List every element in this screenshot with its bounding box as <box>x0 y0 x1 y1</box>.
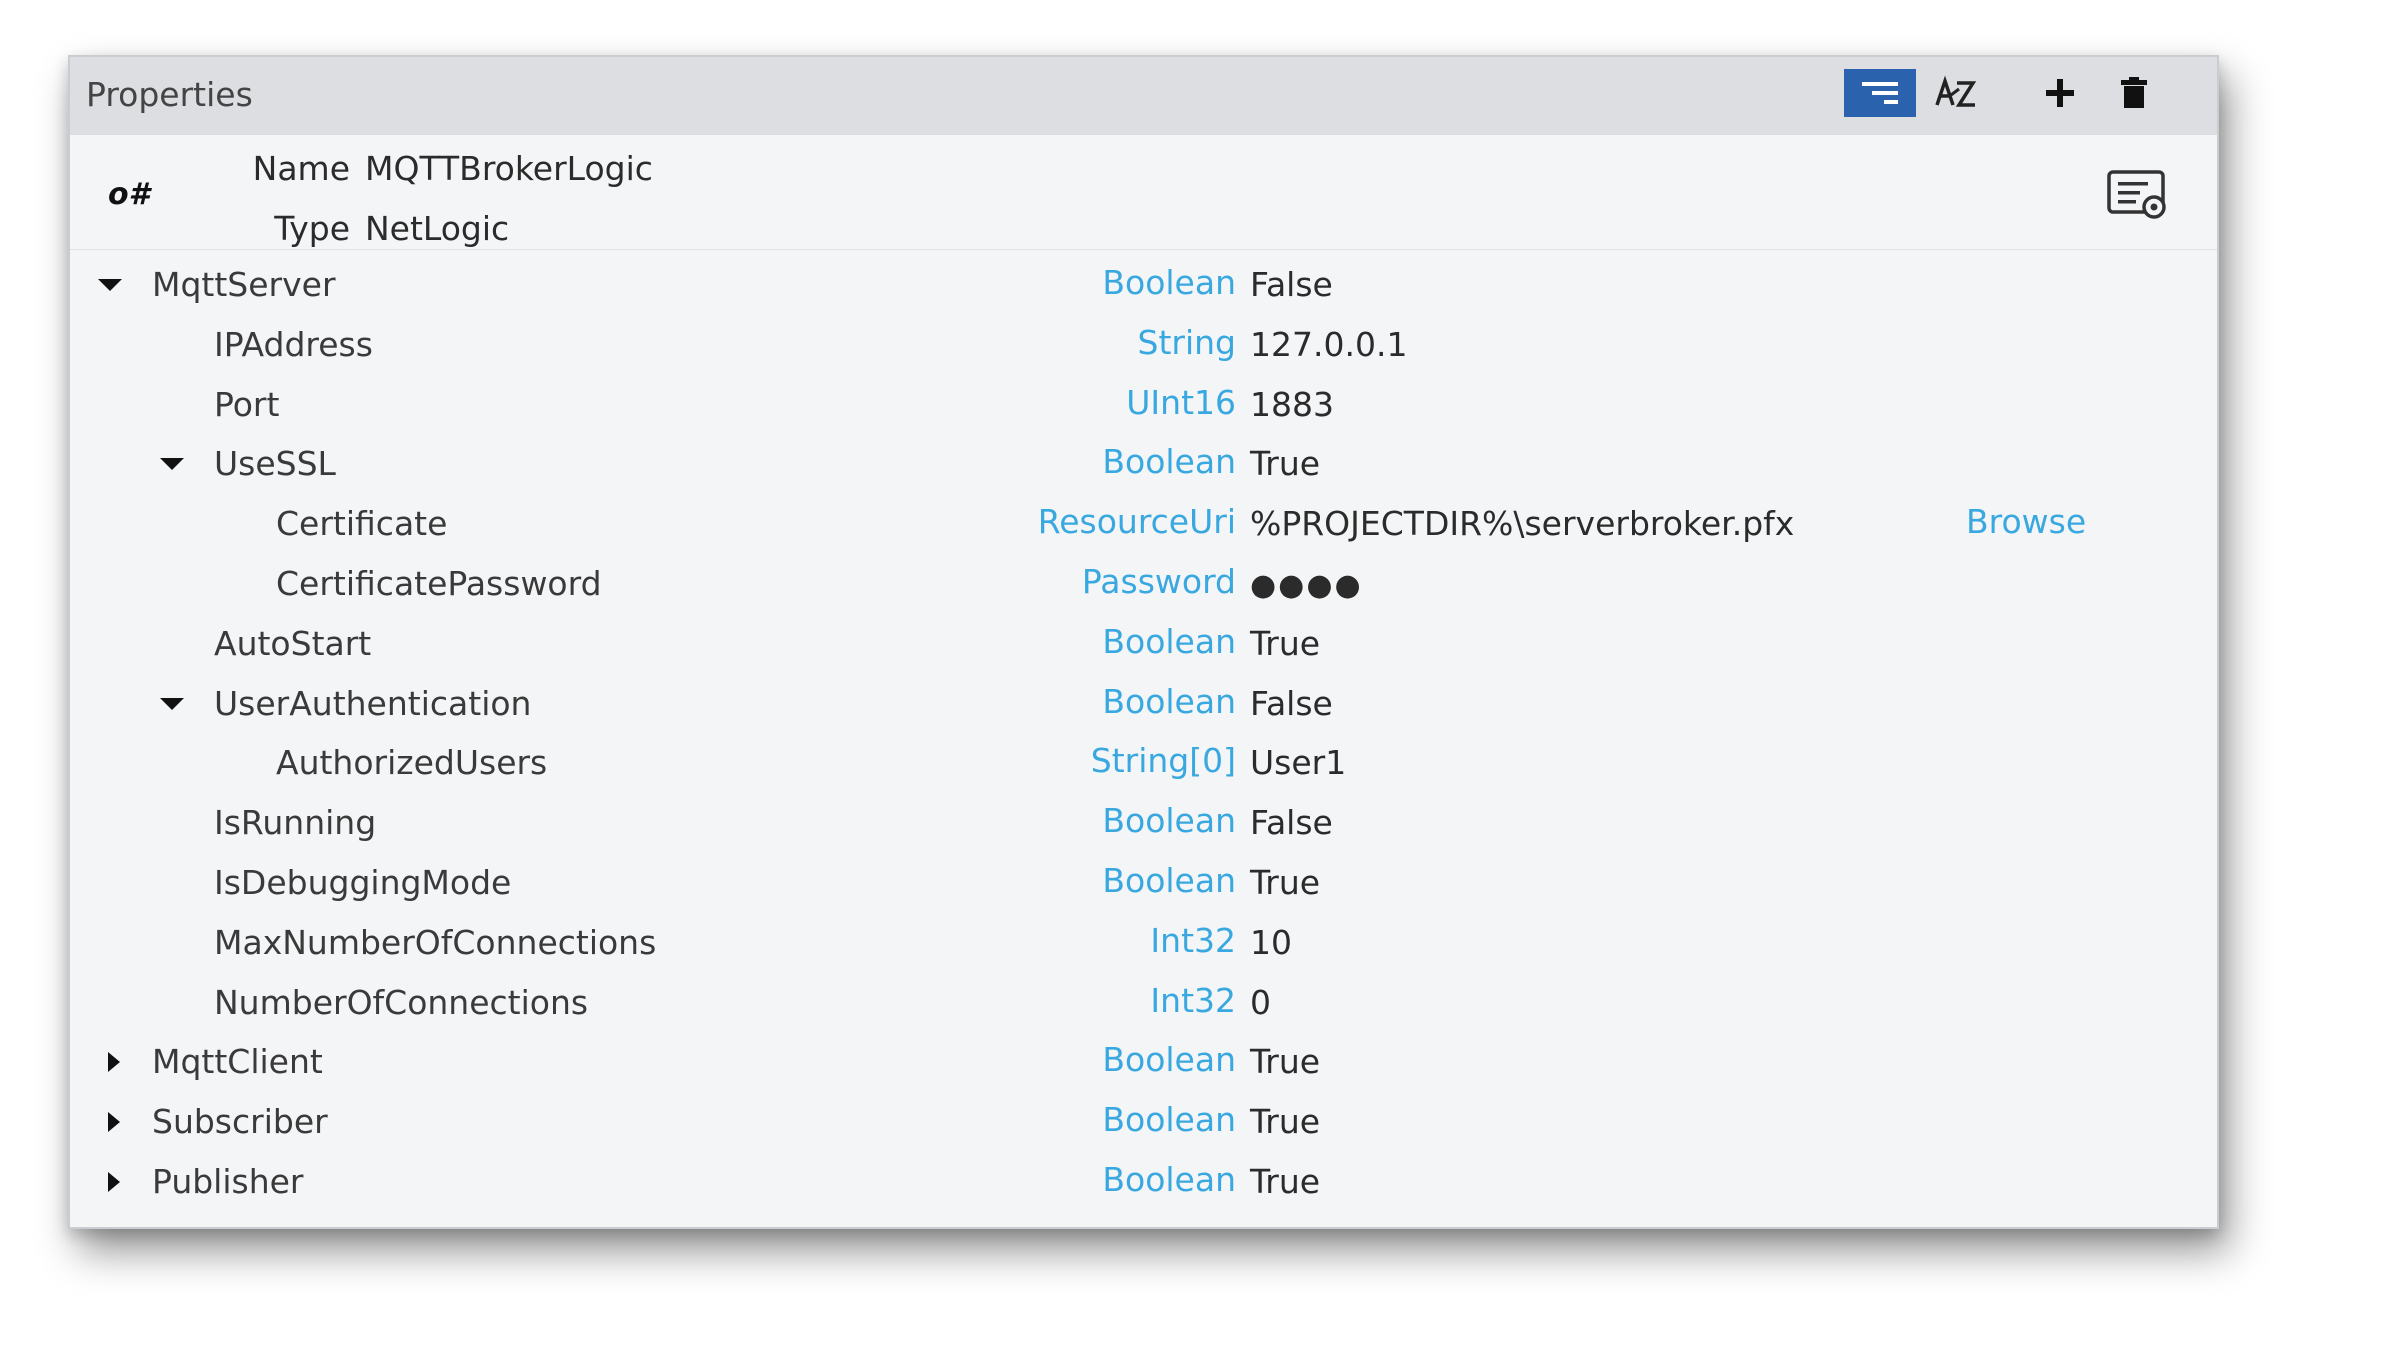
property-row[interactable]: IsDebuggingMode Boolean True <box>70 853 2217 913</box>
property-value[interactable]: %PROJECTDIR%\serverbroker.pfx <box>1250 504 1794 543</box>
property-row[interactable]: Subscriber Boolean True <box>70 1092 2217 1152</box>
panel-titlebar: Properties <box>70 57 2217 135</box>
property-row[interactable]: IsRunning Boolean False <box>70 793 2217 853</box>
property-value[interactable]: False <box>1250 265 1333 304</box>
caret-down-icon[interactable] <box>158 692 186 716</box>
panel-title: Properties <box>86 75 253 114</box>
property-type: String <box>1137 322 1236 362</box>
property-type: String[0] <box>1090 741 1236 781</box>
property-name: UserAuthentication <box>214 683 532 723</box>
property-type: Boolean <box>1102 681 1236 721</box>
property-name: Publisher <box>152 1161 304 1201</box>
property-name: AuthorizedUsers <box>276 743 548 783</box>
property-name: Certificate <box>276 504 448 544</box>
property-type: Boolean <box>1102 1040 1236 1080</box>
type-label: Type <box>274 209 350 248</box>
property-row[interactable]: Publisher Boolean True <box>70 1152 2217 1212</box>
caret-down-icon[interactable] <box>158 452 186 476</box>
caret-down-icon[interactable] <box>96 273 124 297</box>
property-value[interactable]: True <box>1250 1042 1320 1081</box>
property-type: Boolean <box>1102 1159 1236 1199</box>
property-name: IPAddress <box>214 324 373 364</box>
caret-right-icon[interactable] <box>100 1050 128 1074</box>
property-name: CertificatePassword <box>276 563 602 603</box>
property-value[interactable]: 127.0.0.1 <box>1250 325 1407 364</box>
property-type: Boolean <box>1102 1100 1236 1140</box>
password-value[interactable]: ●●●● <box>1250 568 1363 603</box>
property-value[interactable]: True <box>1250 1162 1320 1201</box>
property-name: AutoStart <box>214 623 372 663</box>
trash-icon <box>2121 77 2147 108</box>
property-row[interactable]: MqttServer Boolean False <box>70 255 2217 315</box>
property-type: Boolean <box>1102 442 1236 482</box>
property-value[interactable]: True <box>1250 624 1320 663</box>
sort-az-button[interactable] <box>1928 69 1986 117</box>
property-type: Boolean <box>1102 860 1236 900</box>
property-value[interactable]: 0 <box>1250 983 1271 1022</box>
settings-panel-icon <box>2107 170 2166 219</box>
caret-right-icon[interactable] <box>100 1110 128 1134</box>
property-value[interactable]: True <box>1250 1102 1320 1141</box>
netlogic-icon: o# <box>108 177 150 212</box>
property-row[interactable]: Certificate ResourceUri %PROJECTDIR%\ser… <box>70 494 2217 554</box>
property-type: Boolean <box>1102 621 1236 661</box>
property-type: UInt16 <box>1126 382 1236 422</box>
property-row[interactable]: NumberOfConnections Int32 0 <box>70 973 2217 1033</box>
property-row[interactable]: Port UInt16 1883 <box>70 375 2217 435</box>
browse-link[interactable]: Browse <box>1966 502 2086 541</box>
property-value[interactable]: True <box>1250 863 1320 902</box>
property-type: Password <box>1081 561 1236 601</box>
filter-lines-icon <box>1862 82 1898 104</box>
property-type: Boolean <box>1102 801 1236 841</box>
property-row[interactable]: CertificatePassword Password ●●●● <box>70 554 2217 614</box>
property-name: UseSSL <box>214 444 336 484</box>
property-row[interactable]: UserAuthentication Boolean False <box>70 674 2217 734</box>
name-label: Name <box>252 149 350 188</box>
name-value[interactable]: MQTTBrokerLogic <box>365 149 653 188</box>
property-name: IsDebuggingMode <box>214 862 512 902</box>
property-value[interactable]: True <box>1250 444 1320 483</box>
add-button[interactable] <box>2036 69 2084 117</box>
node-header: o# Name MQTTBrokerLogic Type NetLogic <box>70 135 2217 250</box>
caret-right-icon[interactable] <box>100 1170 128 1194</box>
properties-panel: Properties o# Name MQTTBrokerLogic Type … <box>68 55 2219 1229</box>
property-value[interactable]: False <box>1250 684 1333 723</box>
property-value[interactable]: 10 <box>1250 923 1292 962</box>
property-tree: MqttServer Boolean False IPAddress Strin… <box>70 255 2217 1212</box>
property-value[interactable]: User1 <box>1250 743 1346 782</box>
property-name: NumberOfConnections <box>214 982 589 1022</box>
property-type: ResourceUri <box>1037 502 1236 542</box>
property-row[interactable]: MaxNumberOfConnections Int32 10 <box>70 913 2217 973</box>
delete-button[interactable] <box>2112 69 2156 117</box>
plus-icon <box>2046 79 2074 107</box>
property-row[interactable]: AuthorizedUsers String[0] User1 <box>70 733 2217 793</box>
type-value: NetLogic <box>365 209 510 248</box>
property-row[interactable]: IPAddress String 127.0.0.1 <box>70 315 2217 375</box>
property-name: MqttClient <box>152 1042 323 1082</box>
property-row[interactable]: AutoStart Boolean True <box>70 614 2217 674</box>
filter-button[interactable] <box>1844 69 1916 117</box>
property-row[interactable]: MqttClient Boolean True <box>70 1032 2217 1092</box>
property-value[interactable]: 1883 <box>1250 385 1334 424</box>
property-row[interactable]: UseSSL Boolean True <box>70 434 2217 494</box>
property-type: Int32 <box>1150 980 1236 1020</box>
property-name: MqttServer <box>152 265 336 304</box>
property-name: Subscriber <box>152 1102 328 1142</box>
property-name: Port <box>214 384 280 424</box>
settings-panel-button[interactable] <box>2104 167 2174 223</box>
property-value[interactable]: False <box>1250 803 1333 842</box>
property-type: Int32 <box>1150 920 1236 960</box>
property-name: IsRunning <box>214 803 377 843</box>
property-name: MaxNumberOfConnections <box>214 922 657 962</box>
sort-az-icon <box>1935 75 1977 107</box>
property-type: Boolean <box>1102 263 1236 302</box>
